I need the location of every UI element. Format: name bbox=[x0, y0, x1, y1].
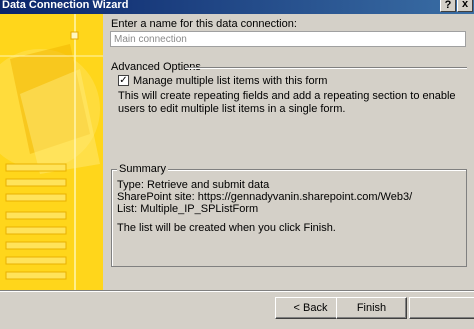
summary-legend: Summary bbox=[117, 163, 169, 175]
summary-list: List: Multiple_IP_SPListForm bbox=[117, 203, 259, 215]
wizard-banner bbox=[0, 14, 103, 290]
summary-type: Type: Retrieve and submit data bbox=[117, 179, 270, 191]
summary-note: The list will be created when you click … bbox=[117, 222, 336, 234]
manage-multiple-description: This will create repeating fields and ad… bbox=[118, 90, 456, 115]
manage-multiple-label[interactable]: Manage multiple list items with this for… bbox=[133, 75, 327, 87]
help-button[interactable]: ? bbox=[440, 0, 456, 12]
summary-group: Summary Type: Retrieve and submit data S… bbox=[111, 163, 467, 267]
wizard-content: Enter a name for this data connection: A… bbox=[103, 14, 474, 290]
cancel-button[interactable] bbox=[409, 297, 474, 319]
window-title: Data Connection Wizard bbox=[2, 0, 129, 11]
summary-site: SharePoint site: https://gennadyvanin.sh… bbox=[117, 191, 413, 203]
connection-name-input[interactable] bbox=[110, 31, 466, 47]
manage-multiple-checkbox[interactable]: ✓ bbox=[118, 75, 129, 86]
title-bar: Data Connection Wizard ? x bbox=[0, 0, 474, 14]
banner-illustration bbox=[0, 14, 103, 290]
connection-name-label: Enter a name for this data connection: bbox=[111, 18, 297, 30]
finish-button[interactable]: Finish bbox=[336, 297, 407, 319]
close-button[interactable]: x bbox=[457, 0, 473, 12]
advanced-options-divider bbox=[185, 67, 467, 69]
footer-divider bbox=[0, 290, 474, 292]
